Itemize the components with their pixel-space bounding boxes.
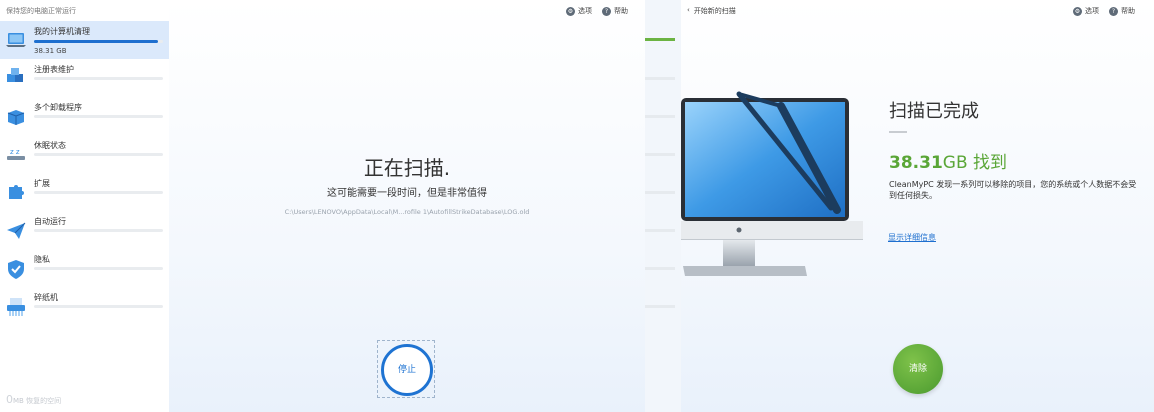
toolbar: ⚙ 选项 ? 帮助 xyxy=(1073,6,1135,16)
progress-bar xyxy=(34,305,163,308)
help-label: 帮助 xyxy=(614,7,628,15)
result-size: 38.31GB 找到 xyxy=(889,148,1007,173)
progress-bar xyxy=(34,77,163,80)
sidebar-item-registry[interactable]: 注册表维护 xyxy=(0,60,169,98)
sidebar-item-label: 扩展 xyxy=(34,179,50,188)
divider xyxy=(645,191,675,194)
result-size-value: 38.31 xyxy=(889,153,943,173)
divider xyxy=(645,305,675,308)
sidebar-item-size: 38.31 GB xyxy=(34,47,67,55)
divider xyxy=(645,153,675,156)
sidebar-item-label: 注册表维护 xyxy=(34,65,74,74)
options-label: 选项 xyxy=(1085,7,1099,15)
sidebar-item-label: 碎纸机 xyxy=(34,293,58,302)
result-title: 扫描已完成 xyxy=(889,101,979,122)
sidebar-item-label: 自动运行 xyxy=(34,217,66,226)
registry-cubes-icon xyxy=(5,66,27,88)
uninstall-box-icon xyxy=(5,105,27,127)
stop-button[interactable]: 停止 xyxy=(381,344,433,396)
puzzle-icon xyxy=(5,181,27,203)
sidebar-item-my-computer-cleanup[interactable]: 我的计算机清理 38.31 GB xyxy=(0,21,169,59)
sidebar-item-label: 休眠状态 xyxy=(34,141,66,150)
options-label: 选项 xyxy=(578,7,592,15)
sidebar-header: 保持您的电脑正常运行 xyxy=(6,7,76,15)
laptop-clean-icon xyxy=(5,29,27,51)
shield-icon xyxy=(5,258,27,280)
result-size-suffix: GB 找到 xyxy=(942,153,1008,173)
gear-icon: ⚙ xyxy=(1073,6,1082,16)
scan-panel: ⚙ 选项 ? 帮助 正在扫描. 这可能需要一段时间，但是非常值得 C:\Users\… xyxy=(169,0,645,412)
scanning-window: 保持您的电脑正常运行 我的计算机清理 38.31 GB 注册表维护 多个卸载程序 xyxy=(0,0,645,412)
options-button[interactable]: ⚙ 选项 xyxy=(1073,6,1099,16)
shredder-icon xyxy=(5,296,27,318)
progress-bar xyxy=(34,229,163,232)
sidebar-item-label: 多个卸载程序 xyxy=(34,103,82,112)
clean-button[interactable]: 清除 xyxy=(893,344,943,394)
help-button[interactable]: ? 帮助 xyxy=(602,6,628,16)
divider xyxy=(889,131,907,133)
result-description: CleanMyPC 发现一系列可以移除的项目，您的系统或个人数据不会受到任何损失… xyxy=(889,180,1137,200)
new-scan-button[interactable]: ‹ 开始新的扫描 xyxy=(687,6,736,16)
divider xyxy=(645,77,675,80)
svg-text:z z: z z xyxy=(10,148,20,156)
divider xyxy=(645,267,675,270)
sidebar-item-label: 我的计算机清理 xyxy=(34,27,90,36)
progress-bar xyxy=(34,40,163,43)
new-scan-label: 开始新的扫描 xyxy=(693,7,736,15)
recovered-space: 0MB 恢复的空间 xyxy=(6,393,61,406)
progress-bar xyxy=(34,267,163,270)
progress-bar xyxy=(34,115,163,118)
chevron-left-icon: ‹ xyxy=(687,6,690,14)
progress-bar xyxy=(34,153,163,156)
scan-title: 正在扫描. xyxy=(363,156,451,180)
divider xyxy=(645,229,675,232)
options-button[interactable]: ⚙ 选项 xyxy=(566,6,592,16)
sidebar-item-label: 隐私 xyxy=(34,255,50,264)
recovered-space-label: MB 恢复的空间 xyxy=(13,397,62,405)
scan-complete-window: ‹ 开始新的扫描 ⚙ 选项 ? 帮助 扫描已完成 38.31GB 找到 Clea… xyxy=(681,0,1154,412)
gear-icon: ⚙ xyxy=(566,6,575,16)
scan-subtitle: 这可能需要一段时间，但是非常值得 xyxy=(327,188,487,199)
help-icon: ? xyxy=(1109,6,1118,16)
toolbar: ⚙ 选项 ? 帮助 xyxy=(566,6,628,16)
help-icon: ? xyxy=(602,6,611,16)
sidebar-item-shredder[interactable]: 碎纸机 xyxy=(0,288,169,326)
sidebar-item-uninstaller[interactable]: 多个卸载程序 xyxy=(0,98,169,136)
divider xyxy=(645,115,675,118)
background-window-strip xyxy=(645,0,681,412)
monitor-illustration xyxy=(681,91,863,276)
sidebar: 保持您的电脑正常运行 我的计算机清理 38.31 GB 注册表维护 多个卸载程序 xyxy=(0,0,169,412)
progress-bar xyxy=(645,38,675,41)
sidebar-item-extensions[interactable]: 扩展 xyxy=(0,174,169,212)
recovered-space-value: 0 xyxy=(6,393,13,406)
paper-plane-icon xyxy=(5,220,27,242)
sidebar-item-autorun[interactable]: 自动运行 xyxy=(0,212,169,250)
progress-bar xyxy=(34,191,163,194)
sidebar-item-hibernate[interactable]: z z 休眠状态 xyxy=(0,136,169,174)
show-details-link[interactable]: 显示详细信息 xyxy=(888,232,936,243)
help-label: 帮助 xyxy=(1121,7,1135,15)
help-button[interactable]: ? 帮助 xyxy=(1109,6,1135,16)
sidebar-item-privacy[interactable]: 隐私 xyxy=(0,250,169,288)
hibernate-zzz-icon: z z xyxy=(5,143,27,165)
stop-button-focus: 停止 xyxy=(377,340,435,398)
scan-current-path: C:\Users\LENOVO\AppData\Local\M...rofile… xyxy=(284,208,530,216)
